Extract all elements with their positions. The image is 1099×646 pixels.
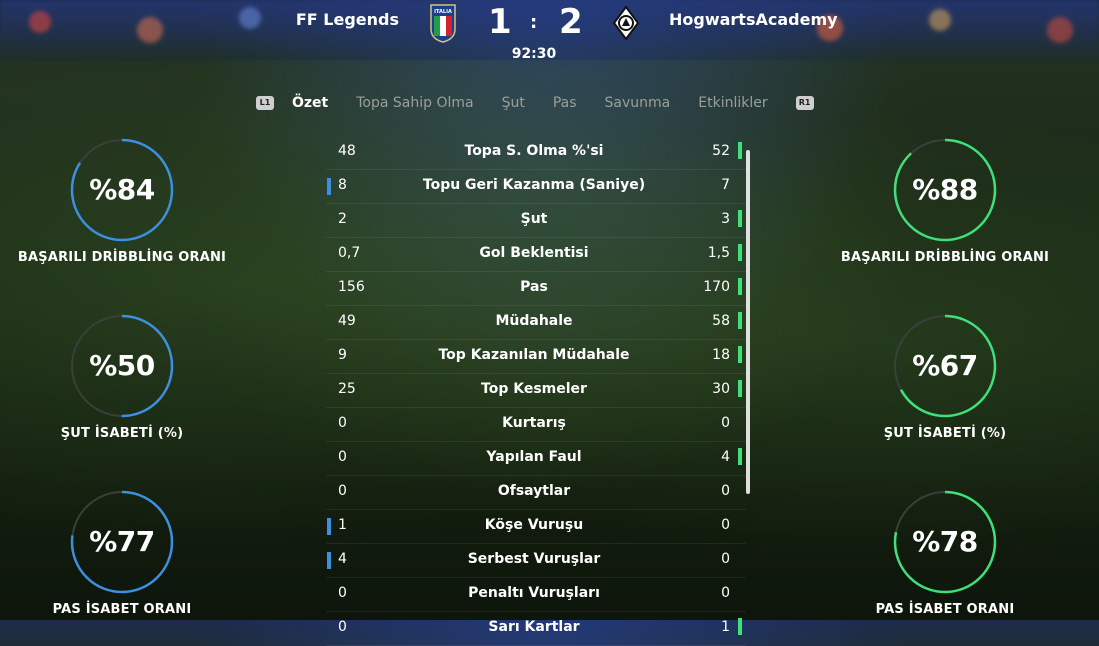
stat-label: Kurtarış xyxy=(502,415,566,431)
away-leader-marker xyxy=(738,210,742,227)
away-leader-marker xyxy=(738,618,742,635)
away-leader-marker xyxy=(738,448,742,465)
away-leader-marker xyxy=(738,142,742,159)
stat-label: Top Kesmeler xyxy=(481,381,587,397)
tab-ozet[interactable]: Özet xyxy=(292,95,328,111)
stat-away-value: 0 xyxy=(721,517,730,533)
stat-row: 9 Top Kazanılan Müdahale 18 xyxy=(326,340,746,374)
stat-row: 8 Topu Geri Kazanma (Saniye) 7 xyxy=(326,170,746,204)
stat-label: Gol Beklentisi xyxy=(479,245,589,261)
stat-away-value: 0 xyxy=(721,415,730,431)
stat-row: 0 Ofsaytlar 0 xyxy=(326,476,746,510)
borussia-crest-icon xyxy=(612,3,640,43)
stat-label: Pas xyxy=(520,279,548,295)
stats-tab-bar: L1 Özet Topa Sahip Olma Şut Pas Savunma … xyxy=(256,92,814,114)
stat-away-value: 18 xyxy=(712,347,730,363)
ring-label: BAŞARILI DRİBBLİNG ORANI xyxy=(17,250,227,265)
tab-pas[interactable]: Pas xyxy=(553,95,577,111)
match-stats-table[interactable]: 48 Topa S. Olma %'si 52 8 Topu Geri Kazanma… xyxy=(326,136,746,646)
away-leader-marker xyxy=(738,312,742,329)
away-leader-marker xyxy=(738,346,742,363)
home-ring-dribbling: %84 BAŞARILI DRİBBLİNG ORANI xyxy=(12,138,232,265)
r1-button-icon[interactable]: R1 xyxy=(795,96,814,110)
stat-label: Sarı Kartlar xyxy=(488,619,580,635)
stat-label: Köşe Vuruşu xyxy=(484,517,584,533)
stat-away-value: 3 xyxy=(721,211,730,227)
stat-away-value: 0 xyxy=(721,585,730,601)
progress-ring: %77 xyxy=(70,490,174,594)
stat-label: Top Kazanılan Müdahale xyxy=(438,347,630,363)
away-ring-shot-accuracy: %67 ŞUT İSABETİ (%) xyxy=(835,314,1055,441)
home-ring-pass-accuracy: %77 PAS İSABET ORANI xyxy=(12,490,232,617)
progress-ring: %67 xyxy=(893,314,997,418)
home-ring-shot-accuracy: %50 ŞUT İSABETİ (%) xyxy=(12,314,232,441)
stat-label: Şut xyxy=(520,211,548,227)
stat-label: Serbest Vuruşlar xyxy=(467,551,601,567)
stat-row: 0 Yapılan Faul 4 xyxy=(326,442,746,476)
stat-away-value: 0 xyxy=(721,551,730,567)
stat-row: 0 Kurtarış 0 xyxy=(326,408,746,442)
ring-label: PAS İSABET ORANI xyxy=(52,602,192,617)
stat-row: 1 Köşe Vuruşu 0 xyxy=(326,510,746,544)
stat-label: Ofsaytlar xyxy=(497,483,571,499)
away-ring-dribbling: %88 BAŞARILI DRİBBLİNG ORANI xyxy=(835,138,1055,265)
match-clock: 92:30 xyxy=(511,46,557,62)
stat-row: 25 Top Kesmeler 30 xyxy=(326,374,746,408)
away-leader-marker xyxy=(738,278,742,295)
l1-button-icon[interactable]: L1 xyxy=(256,96,274,110)
progress-ring: %88 xyxy=(893,138,997,242)
progress-ring: %50 xyxy=(70,314,174,418)
stat-row: 0,7 Gol Beklentisi 1,5 xyxy=(326,238,746,272)
ring-value: %78 xyxy=(912,525,978,558)
stat-away-value: 1,5 xyxy=(707,245,730,261)
progress-ring: %84 xyxy=(70,138,174,242)
stat-label: Yapılan Faul xyxy=(486,449,582,465)
stat-row: 0 Penaltı Vuruşları 0 xyxy=(326,578,746,612)
stat-row: 0 Sarı Kartlar 1 xyxy=(326,612,746,646)
tab-sut[interactable]: Şut xyxy=(502,95,525,111)
score-separator: : xyxy=(530,12,538,33)
stat-label: Müdahale xyxy=(495,313,573,329)
stat-row: 2 Şut 3 xyxy=(326,204,746,238)
home-score: 1 xyxy=(488,2,512,42)
ring-label: ŞUT İSABETİ (%) xyxy=(883,426,1007,441)
stat-label: Penaltı Vuruşları xyxy=(468,585,600,601)
stat-away-value: 7 xyxy=(721,177,730,193)
svg-text:ITALIA: ITALIA xyxy=(434,9,452,15)
ring-label: BAŞARILI DRİBBLİNG ORANI xyxy=(840,250,1050,265)
stat-row: 156 Pas 170 xyxy=(326,272,746,306)
stat-away-value: 170 xyxy=(703,279,730,295)
ring-label: PAS İSABET ORANI xyxy=(875,602,1015,617)
progress-ring: %78 xyxy=(893,490,997,594)
away-leader-marker xyxy=(738,244,742,261)
ring-value: %50 xyxy=(89,349,155,382)
stat-away-value: 30 xyxy=(712,381,730,397)
away-score: 2 xyxy=(559,2,583,42)
stat-away-value: 52 xyxy=(712,143,730,159)
home-team-name: FF Legends xyxy=(295,10,399,29)
away-team-name: HogwartsAcademy xyxy=(669,10,838,29)
italy-crest-icon: ITALIA xyxy=(429,3,457,43)
stat-row: 4 Serbest Vuruşlar 0 xyxy=(326,544,746,578)
stat-label: Topu Geri Kazanma (Saniye) xyxy=(422,177,646,193)
ring-value: %84 xyxy=(89,173,155,206)
ring-value: %77 xyxy=(89,525,155,558)
ring-label: ŞUT İSABETİ (%) xyxy=(60,426,184,441)
away-leader-marker xyxy=(738,380,742,397)
stats-scrollbar[interactable] xyxy=(746,150,750,494)
ring-value: %67 xyxy=(912,349,978,382)
stat-away-value: 1 xyxy=(721,619,730,635)
stat-label: Topa S. Olma %'si xyxy=(464,143,604,159)
ring-value: %88 xyxy=(912,173,978,206)
stat-away-value: 0 xyxy=(721,483,730,499)
tab-savunma[interactable]: Savunma xyxy=(605,95,671,111)
tab-topa-sahip-olma[interactable]: Topa Sahip Olma xyxy=(356,95,473,111)
stat-row: 48 Topa S. Olma %'si 52 xyxy=(326,136,746,170)
away-ring-pass-accuracy: %78 PAS İSABET ORANI xyxy=(835,490,1055,617)
stat-row: 49 Müdahale 58 xyxy=(326,306,746,340)
stat-away-value: 4 xyxy=(721,449,730,465)
stat-away-value: 58 xyxy=(712,313,730,329)
tab-etkinlikler[interactable]: Etkinlikler xyxy=(698,95,767,111)
